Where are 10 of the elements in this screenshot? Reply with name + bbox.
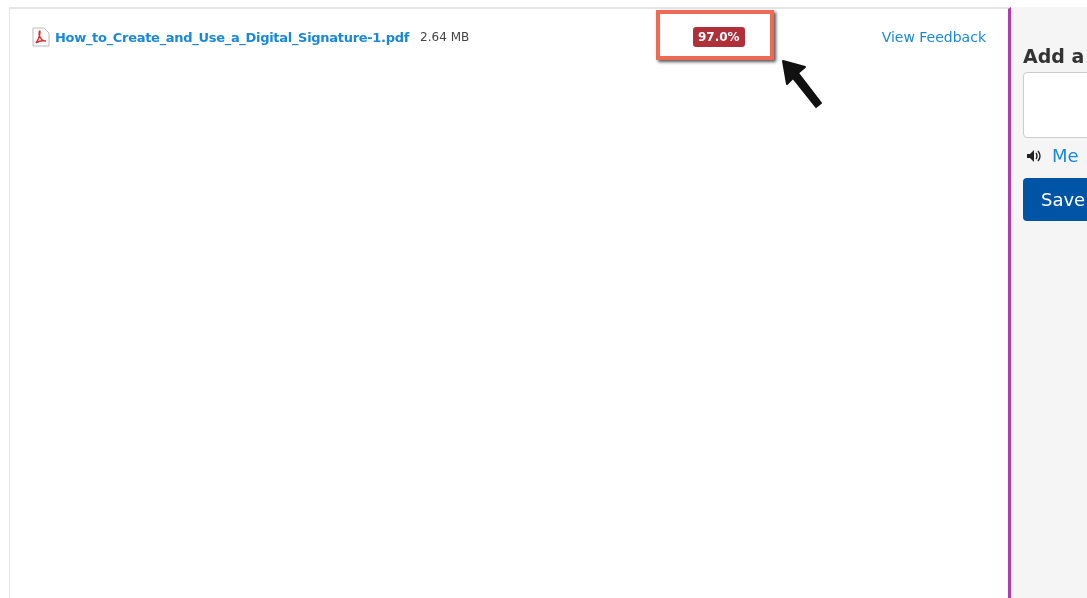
media-link[interactable]: Me xyxy=(1052,145,1079,166)
pdf-file-icon xyxy=(32,27,50,47)
save-button[interactable]: Save xyxy=(1023,178,1087,221)
view-feedback-link[interactable]: View Feedback xyxy=(881,29,986,45)
comment-heading: Add a xyxy=(1023,45,1086,67)
speaker-icon xyxy=(1026,148,1042,163)
pointer-arrow-icon xyxy=(781,59,825,109)
grade-badge: 97.0% xyxy=(693,27,745,47)
file-link[interactable]: How_to_Create_and_Use_a_Digital_Signature-1.pdf xyxy=(55,29,410,45)
file-size: 2.64 MB xyxy=(420,30,470,44)
